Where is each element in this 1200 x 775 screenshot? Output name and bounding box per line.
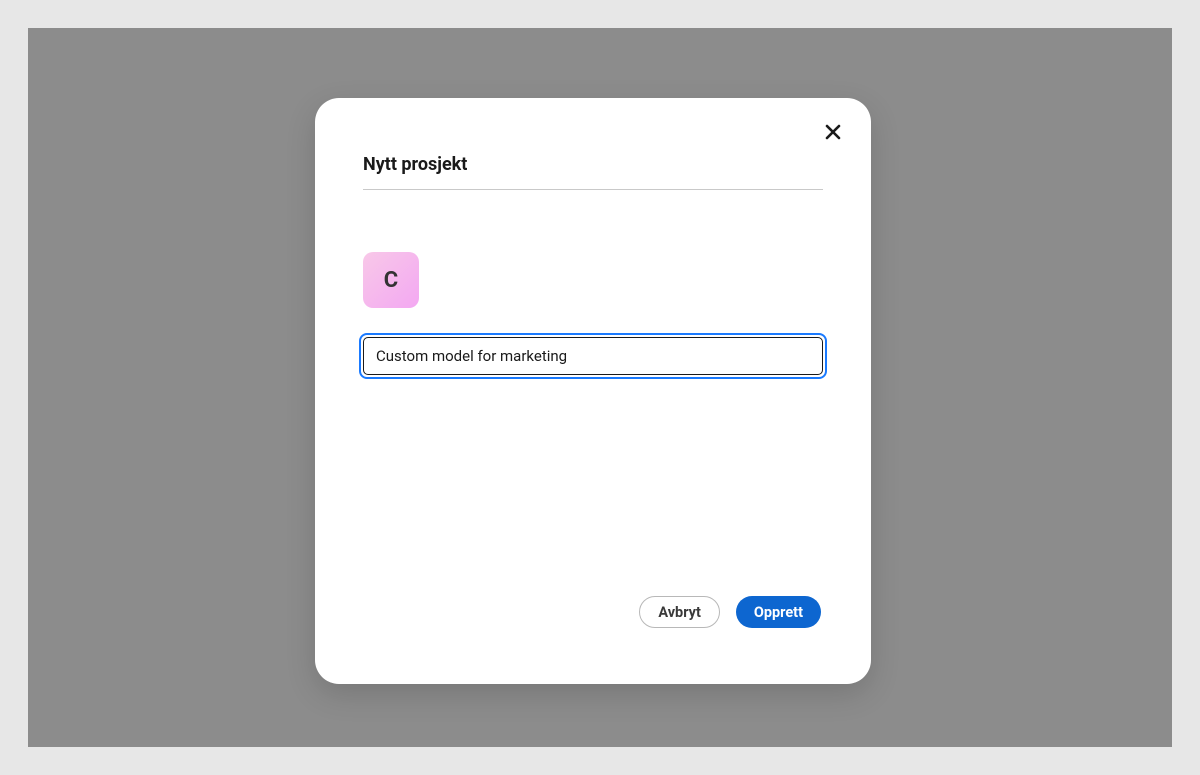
project-name-input-wrapper [359, 333, 827, 379]
create-button[interactable]: Opprett [736, 596, 821, 628]
cancel-button[interactable]: Avbryt [639, 596, 720, 628]
modal-header: Nytt prosjekt [363, 154, 823, 190]
modal-footer: Avbryt Opprett [639, 596, 821, 628]
close-icon [825, 124, 841, 140]
new-project-modal: Nytt prosjekt C Avbryt Opprett [315, 98, 871, 684]
project-icon: C [363, 252, 419, 308]
project-name-input[interactable] [363, 337, 823, 375]
close-button[interactable] [823, 122, 843, 142]
project-icon-letter: C [384, 268, 398, 293]
modal-title: Nytt prosjekt [363, 154, 823, 175]
